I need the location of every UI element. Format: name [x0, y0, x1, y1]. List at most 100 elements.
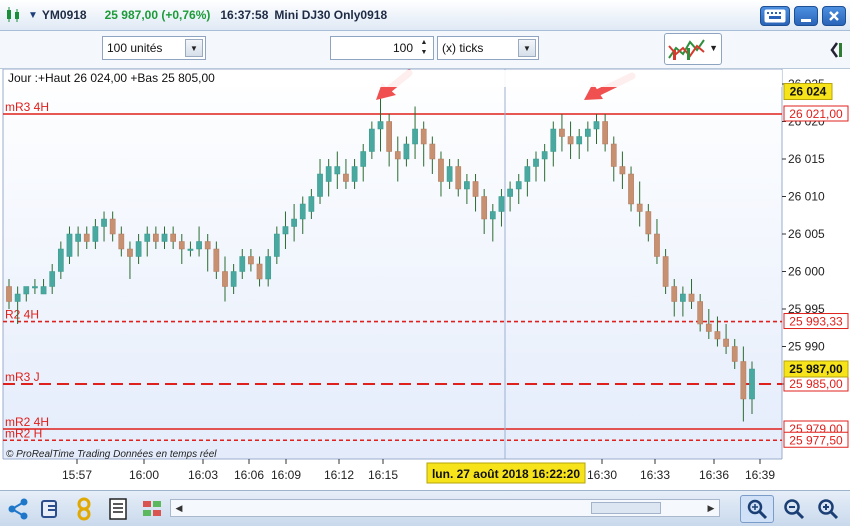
candle-body[interactable]	[619, 166, 626, 175]
candle-body[interactable]	[472, 181, 479, 197]
price-chart[interactable]: mR3 4HR2 4HmR3 JmR2 4HmR2 H 26 02526 020…	[0, 68, 850, 490]
candle-body[interactable]	[533, 158, 539, 167]
candle-body[interactable]	[455, 166, 462, 190]
candle-body[interactable]	[118, 233, 125, 250]
candle-body[interactable]	[40, 286, 47, 295]
candle-body[interactable]	[731, 346, 738, 362]
candle-body[interactable]	[394, 151, 401, 160]
candle-body[interactable]	[317, 173, 323, 197]
zoom-out-button[interactable]	[780, 495, 808, 523]
minimize-button[interactable]	[794, 6, 818, 26]
chart-panel[interactable]: mR3 4HR2 4HmR3 JmR2 4HmR2 H 26 02526 020…	[0, 68, 850, 490]
candle-body[interactable]	[213, 248, 220, 272]
candle-body[interactable]	[66, 233, 73, 257]
candle-body[interactable]	[92, 226, 99, 242]
zoom-in-button[interactable]	[814, 495, 842, 523]
candle-body[interactable]	[559, 128, 565, 137]
candle-body[interactable]	[325, 166, 332, 182]
candle-body[interactable]	[688, 293, 695, 302]
candle-body[interactable]	[386, 121, 392, 152]
chevron-down-icon[interactable]: ▼	[28, 10, 38, 21]
candle-body[interactable]	[403, 143, 410, 160]
candle-body[interactable]	[83, 233, 90, 242]
candle-body[interactable]	[584, 128, 591, 137]
candle-body[interactable]	[343, 173, 349, 182]
candle-body[interactable]	[170, 233, 177, 242]
chevron-down-icon[interactable]: ▼	[518, 39, 536, 57]
keyboard-button[interactable]	[760, 6, 790, 26]
candle-body[interactable]	[57, 248, 64, 272]
candle-body[interactable]	[723, 338, 729, 347]
candle-body[interactable]	[515, 181, 522, 190]
candle-body[interactable]	[576, 136, 583, 145]
candle-body[interactable]	[291, 218, 297, 227]
candle-body[interactable]	[144, 233, 151, 242]
candle-body[interactable]	[481, 196, 488, 220]
candle-body[interactable]	[489, 211, 496, 220]
candle-body[interactable]	[740, 361, 747, 400]
candle-body[interactable]	[610, 143, 617, 167]
candle-body[interactable]	[256, 263, 263, 280]
candle-body[interactable]	[662, 256, 669, 287]
candle-body[interactable]	[438, 158, 444, 182]
scroll-right-icon[interactable]: ▶	[704, 501, 718, 515]
workspace-button[interactable]	[138, 495, 166, 523]
indicators-button[interactable]: ▼	[664, 33, 722, 65]
candle-body[interactable]	[334, 166, 341, 175]
share-button[interactable]	[4, 495, 32, 523]
symbol-label[interactable]: YM0918	[42, 8, 87, 22]
candle-body[interactable]	[369, 128, 375, 152]
candle-body[interactable]	[705, 323, 712, 332]
candle-body[interactable]	[464, 181, 470, 190]
candle-body[interactable]	[299, 203, 306, 220]
candle-body[interactable]	[360, 151, 367, 167]
candle-body[interactable]	[697, 301, 704, 325]
candle-body[interactable]	[14, 293, 21, 302]
chevron-down-icon[interactable]: ▼	[185, 39, 203, 57]
candle-body[interactable]	[49, 271, 56, 287]
candle-body[interactable]	[507, 188, 513, 197]
candle-body[interactable]	[75, 233, 81, 242]
horizontal-scrollbar[interactable]: ◀ ▶	[170, 499, 720, 517]
zoom-fit-button[interactable]	[740, 495, 774, 523]
candle-body[interactable]	[541, 151, 548, 160]
candle-body[interactable]	[265, 256, 272, 280]
candlestick-icon[interactable]	[4, 5, 24, 25]
candle-body[interactable]	[628, 173, 634, 205]
candle-body[interactable]	[230, 271, 237, 287]
chevron-down-icon[interactable]: ▼	[709, 43, 718, 53]
candle-body[interactable]	[153, 233, 159, 242]
scroll-thumb[interactable]	[591, 502, 661, 514]
scroll-left-icon[interactable]: ◀	[172, 501, 186, 515]
candle-body[interactable]	[749, 368, 755, 400]
panel-toggle-button[interactable]	[826, 36, 848, 64]
candle-body[interactable]	[204, 241, 211, 250]
link-button[interactable]	[70, 495, 98, 523]
candle-body[interactable]	[6, 286, 12, 302]
candle-body[interactable]	[412, 128, 418, 145]
candle-body[interactable]	[308, 196, 315, 212]
candle-body[interactable]	[109, 218, 116, 235]
candle-body[interactable]	[636, 203, 643, 212]
candle-body[interactable]	[248, 256, 254, 265]
candle-body[interactable]	[429, 143, 436, 160]
ticks-mode-select[interactable]: (x) ticks ▼	[437, 36, 539, 60]
candle-body[interactable]	[187, 248, 194, 251]
candle-body[interactable]	[273, 233, 280, 257]
detach-button[interactable]	[36, 495, 64, 523]
candle-body[interactable]	[127, 248, 133, 257]
candle-body[interactable]	[714, 331, 721, 340]
candle-body[interactable]	[498, 196, 505, 212]
candle-body[interactable]	[282, 226, 289, 235]
candle-body[interactable]	[567, 136, 574, 145]
stepper-arrows-icon[interactable]: ▲ ▼	[417, 38, 431, 58]
candle-body[interactable]	[602, 121, 608, 145]
close-button[interactable]	[822, 6, 846, 26]
candle-body[interactable]	[420, 128, 427, 145]
candle-body[interactable]	[178, 241, 185, 250]
candle-body[interactable]	[196, 241, 202, 250]
candle-body[interactable]	[645, 211, 652, 235]
candle-body[interactable]	[101, 218, 107, 227]
candle-body[interactable]	[593, 121, 600, 130]
candle-body[interactable]	[654, 233, 660, 257]
